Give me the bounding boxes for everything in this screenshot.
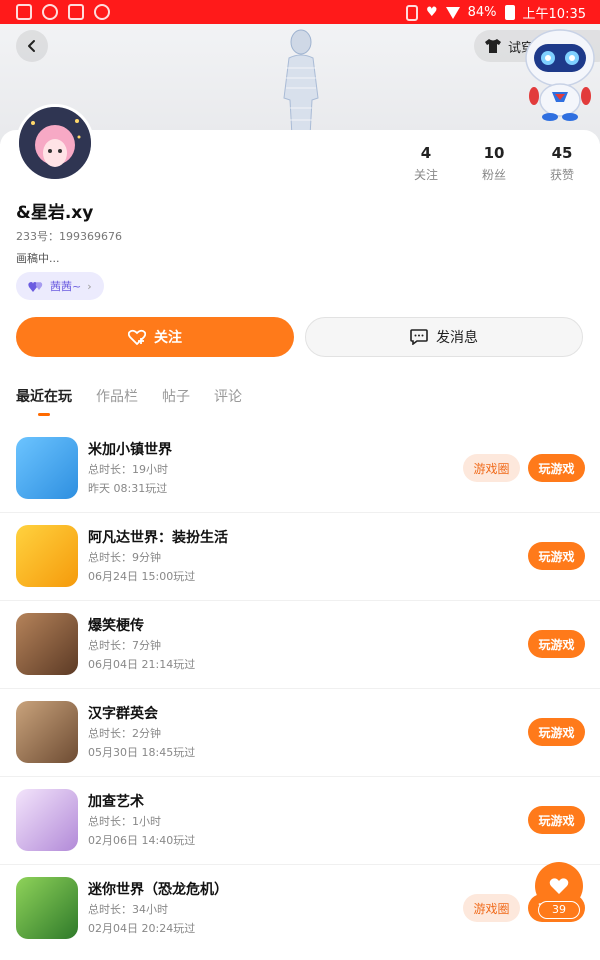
play-game-button[interactable]: 玩游戏	[528, 718, 585, 746]
game-last-played: 06月04日 21:14玩过	[88, 658, 196, 671]
username: &星岩.xy	[16, 203, 94, 223]
game-name: 米加小镇世界	[88, 442, 172, 458]
stat-likes[interactable]: 45 获赞	[532, 144, 592, 183]
game-duration: 总时长：7分钟	[88, 639, 161, 652]
game-duration: 总时长：2分钟	[88, 727, 161, 740]
game-duration: 总时长：19小时	[88, 463, 168, 476]
game-icon[interactable]	[16, 525, 78, 587]
stat-followers-value: 10	[483, 144, 505, 162]
game-row[interactable]: 汉字群英会 总时长：2分钟 05月30日 18:45玩过 玩游戏	[0, 689, 600, 777]
hearts-icon	[28, 282, 43, 292]
tab-works[interactable]: 作品栏	[96, 386, 138, 406]
message-button[interactable]: 发消息	[305, 317, 583, 357]
game-icon[interactable]	[16, 613, 78, 675]
profile-card: 4 关注 10 粉丝 45 获赞 &星岩.xy 233号：199369676 画…	[0, 104, 600, 960]
stat-following-label: 关注	[413, 168, 438, 182]
friend-tag[interactable]: 茜茜~ ›	[16, 272, 104, 300]
message-label: 发消息	[436, 330, 478, 346]
status-system-icons: ♥ 84% 上午10:35	[405, 3, 586, 22]
tshirt-icon	[485, 39, 501, 53]
avatar-illustration	[19, 107, 91, 179]
game-icon[interactable]	[16, 789, 78, 851]
clock-time: 上午10:35	[522, 7, 586, 22]
robot-mascot-icon[interactable]	[520, 26, 600, 122]
profile-tabs: 最近在玩 作品栏 帖子 评论	[16, 386, 242, 406]
clock-icon	[42, 4, 58, 20]
tab-comments[interactable]: 评论	[214, 386, 242, 406]
follow-button[interactable]: 关注	[16, 317, 294, 357]
recent-games-list: 米加小镇世界 总时长：19小时 昨天 08:31玩过 游戏圈 玩游戏 阿凡达世界…	[0, 425, 600, 953]
stat-following[interactable]: 4 关注	[396, 144, 456, 183]
play-game-button[interactable]: 玩游戏	[528, 542, 585, 570]
avatar[interactable]	[16, 104, 94, 182]
game-row[interactable]: 迷你世界（恐龙危机） 总时长：34小时 02月04日 20:24玩过 游戏圈 玩…	[0, 865, 600, 953]
heart-plus-icon	[128, 329, 146, 345]
game-last-played: 06月24日 15:00玩过	[88, 570, 196, 583]
status-notification-icons	[16, 4, 110, 20]
game-row[interactable]: 爆笑梗传 总时长：7分钟 06月04日 21:14玩过 玩游戏	[0, 601, 600, 689]
back-arrow-icon	[28, 40, 35, 52]
vibrate-icon	[405, 4, 418, 21]
game-circle-button[interactable]: 游戏圈	[463, 894, 520, 922]
game-duration: 总时长：1小时	[88, 815, 161, 828]
stat-following-value: 4	[420, 144, 432, 162]
game-duration: 总时长：34小时	[88, 903, 168, 916]
settings-icon	[94, 4, 110, 20]
heart-icon	[549, 878, 569, 894]
heart-status-icon: ♥	[425, 5, 438, 20]
status-bar: ♥ 84% 上午10:35	[0, 0, 600, 24]
chevron-right-icon: ›	[87, 279, 92, 293]
follow-label: 关注	[154, 330, 182, 346]
stat-likes-value: 45	[551, 144, 573, 162]
battery-level: 84%	[467, 5, 497, 20]
game-icon[interactable]	[16, 701, 78, 763]
game-icon[interactable]	[16, 437, 78, 499]
tab-posts[interactable]: 帖子	[162, 386, 190, 406]
user-id: 233号：199369676	[16, 230, 122, 243]
game-name: 加查艺术	[88, 794, 144, 810]
game-last-played: 02月06日 14:40玩过	[88, 834, 196, 847]
image-icon	[16, 4, 32, 20]
chat-icon	[410, 329, 428, 345]
play-game-button[interactable]: 玩游戏	[528, 630, 585, 658]
play-game-button[interactable]: 玩游戏	[528, 454, 585, 482]
game-row[interactable]: 加查艺术 总时长：1小时 02月06日 14:40玩过 玩游戏	[0, 777, 600, 865]
game-duration: 总时长：9分钟	[88, 551, 161, 564]
friend-tag-label: 茜茜~	[50, 280, 82, 293]
game-last-played: 02月04日 20:24玩过	[88, 922, 196, 935]
game-name: 阿凡达世界：装扮生活	[88, 530, 228, 546]
back-button[interactable]	[16, 30, 48, 62]
like-count-badge: 39	[538, 901, 580, 919]
battery-icon	[504, 5, 515, 20]
game-circle-button[interactable]: 游戏圈	[463, 454, 520, 482]
game-name: 汉字群英会	[88, 706, 158, 722]
game-last-played: 05月30日 18:45玩过	[88, 746, 196, 759]
avatar-figure-silhouette	[283, 29, 319, 137]
game-last-played: 昨天 08:31玩过	[88, 482, 168, 495]
stat-followers-label: 粉丝	[481, 168, 506, 182]
stat-followers[interactable]: 10 粉丝	[464, 144, 524, 183]
game-row[interactable]: 阿凡达世界：装扮生活 总时长：9分钟 06月24日 15:00玩过 玩游戏	[0, 513, 600, 601]
game-row[interactable]: 米加小镇世界 总时长：19小时 昨天 08:31玩过 游戏圈 玩游戏	[0, 425, 600, 513]
game-name: 迷你世界（恐龙危机）	[88, 882, 228, 898]
stat-likes-label: 获赞	[549, 168, 574, 182]
game-icon[interactable]	[16, 877, 78, 939]
game-name: 爆笑梗传	[88, 618, 144, 634]
tab-recently-played[interactable]: 最近在玩	[16, 386, 72, 406]
play-game-button[interactable]: 玩游戏	[528, 806, 585, 834]
user-bio: 画稿中...	[16, 252, 60, 265]
app-icon	[68, 4, 84, 20]
wifi-icon	[445, 6, 460, 19]
